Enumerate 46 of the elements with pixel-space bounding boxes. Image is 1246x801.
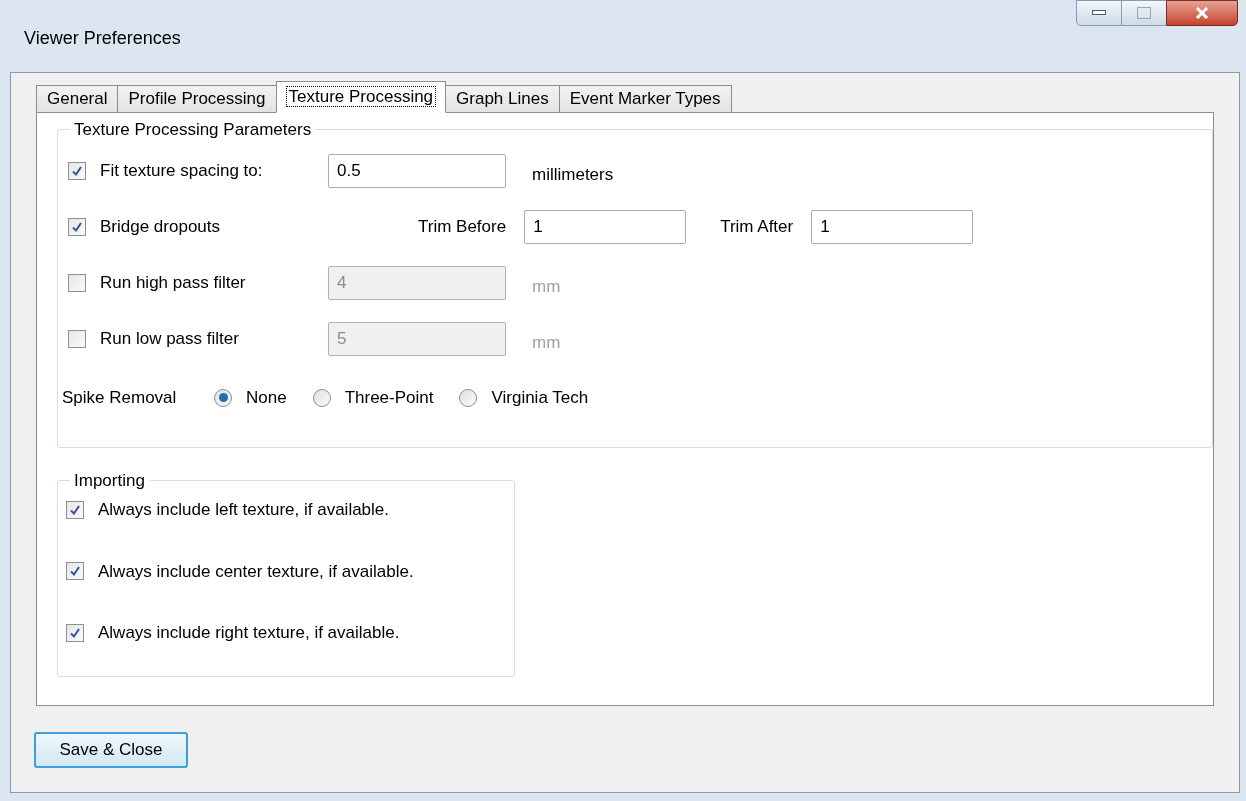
checkbox-label: Run low pass filter [100,327,239,350]
field-label: Trim After [720,215,794,238]
tab[interactable]: General [36,85,119,113]
checkbox[interactable] [68,217,86,236]
checkbox[interactable] [66,562,84,581]
checkbox-label: Fit texture spacing to: [100,159,263,182]
radio-label: Virginia Tech [491,386,589,409]
tab[interactable]: Profile Processing [117,85,277,113]
radio-button[interactable] [459,388,478,407]
unit-label: mm [532,275,561,298]
checkmark-icon [69,503,81,516]
checkbox[interactable] [68,161,86,180]
tab[interactable]: Event Marker Types [558,85,732,113]
text-field[interactable]: 0.5 [328,153,506,188]
text-field[interactable]: 1 [524,209,687,244]
checkmark-icon [71,164,83,177]
text-field[interactable]: 1 [811,209,974,244]
minimize-button[interactable] [1076,0,1122,26]
checkbox-label: Run high pass filter [100,271,246,294]
checkbox-label: Always include center texture, if available. [98,560,414,583]
radio-label: Three-Point [344,386,434,409]
checkbox[interactable] [66,623,84,642]
close-icon [1195,7,1209,19]
window-title: Viewer Preferences [24,26,181,50]
checkbox-label: Always include right texture, if available. [98,622,400,644]
checkbox[interactable] [66,500,84,519]
minimize-icon [1092,10,1106,16]
close-button[interactable] [1166,0,1238,26]
radio-label: None [246,386,287,409]
tab[interactable]: Graph Lines [445,85,560,113]
group-title: Texture Processing Parameters [73,119,313,141]
checkmark-icon [69,626,81,639]
tab[interactable]: Texture Processing [275,81,447,113]
radio-button[interactable] [214,388,232,407]
unit-label: mm [532,331,561,354]
unit-label: millimeters [532,163,614,186]
checkbox-label: Bridge dropouts [100,215,221,238]
group-title: Importing [73,469,146,492]
radio-button[interactable] [312,388,331,407]
field-label: Trim Before [418,215,507,238]
checkmark-icon [69,565,81,578]
maximize-icon [1137,7,1151,19]
checkbox-label: Always include left texture, if available. [98,499,390,521]
checkmark-icon [71,220,83,233]
save-close-button[interactable]: Save & Close [34,732,188,768]
radio-group-label: Spike Removal [62,386,178,409]
